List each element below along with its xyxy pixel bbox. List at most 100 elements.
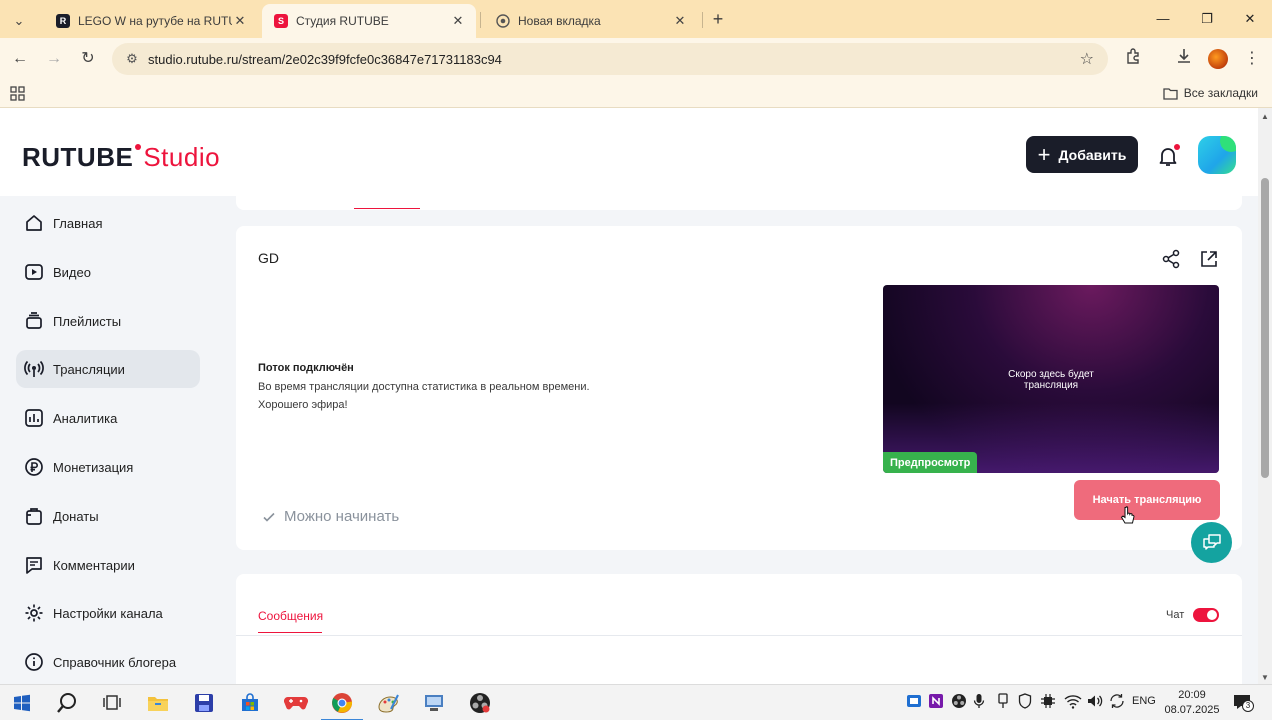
support-chat-button[interactable] xyxy=(1191,522,1232,563)
close-tab-icon[interactable]: ✕ xyxy=(450,13,466,29)
sidebar-item-label: Монетизация xyxy=(53,459,134,475)
sidebar-item-channel-settings[interactable]: Настройки канала xyxy=(16,594,200,632)
obs-icon[interactable] xyxy=(468,691,492,715)
sidebar-item-comments[interactable]: Комментарии xyxy=(16,546,200,584)
sidebar-item-playlists[interactable]: Плейлисты xyxy=(16,302,200,340)
browser-tab-new[interactable]: Новая вкладка ✕ xyxy=(484,4,698,38)
playlist-icon xyxy=(24,311,44,331)
new-tab-icon[interactable]: + xyxy=(708,8,728,30)
sidebar-item-analytics[interactable]: Аналитика xyxy=(16,399,200,437)
rutube-studio-logo[interactable]: RUTUBE Studio xyxy=(22,142,220,173)
analytics-icon xyxy=(24,408,44,428)
comment-icon xyxy=(24,555,44,575)
cpu-monitor-icon[interactable] xyxy=(1040,693,1056,712)
wifi-icon[interactable] xyxy=(1064,693,1082,712)
sidebar-item-blogger-guide[interactable]: Справочник блогера xyxy=(16,643,200,681)
onenote-icon[interactable] xyxy=(928,693,944,712)
info-icon xyxy=(24,652,44,672)
preview-message-line: Скоро здесь будет xyxy=(1008,369,1094,380)
volume-icon[interactable] xyxy=(1086,693,1104,712)
minimize-icon[interactable]: — xyxy=(1148,8,1178,30)
search-icon[interactable] xyxy=(55,691,79,715)
url-text: studio.rutube.ru/stream/2e02c39f9fcfe0c3… xyxy=(148,51,502,67)
reload-icon[interactable]: ↻ xyxy=(76,47,100,71)
close-tab-icon[interactable]: ✕ xyxy=(232,13,248,29)
chrome-icon[interactable] xyxy=(321,691,363,720)
browser-tab-lego[interactable]: R LEGO W на рутубе на RUTUBE ✕ xyxy=(44,4,258,38)
input-language[interactable]: ENG xyxy=(1132,695,1156,707)
bookmarks-bar: Все закладки xyxy=(0,80,1272,108)
scrollbar-thumb[interactable] xyxy=(1261,178,1269,478)
extensions-icon[interactable] xyxy=(1122,47,1146,71)
network-computer-icon[interactable] xyxy=(422,691,446,715)
all-bookmarks-button[interactable]: Все закладки xyxy=(1163,86,1258,100)
stream-preview[interactable]: Скоро здесь будет трансляция Предпросмот… xyxy=(883,285,1219,473)
system-clock[interactable]: 20:09 08.07.2025 xyxy=(1164,688,1220,718)
download-icon[interactable] xyxy=(1172,47,1196,71)
microphone-icon[interactable] xyxy=(973,693,985,712)
apps-grid-icon[interactable] xyxy=(10,86,25,105)
chat-toggle[interactable] xyxy=(1193,608,1219,622)
stream-tabs-card xyxy=(236,196,1242,210)
game-controller-icon[interactable] xyxy=(284,691,308,715)
browser-menu-icon[interactable]: ⋮ xyxy=(1240,47,1264,71)
restore-icon[interactable]: ❐ xyxy=(1192,8,1222,30)
all-bookmarks-label: Все закладки xyxy=(1183,86,1258,100)
open-external-icon[interactable] xyxy=(1198,248,1220,270)
profile-avatar-icon[interactable] xyxy=(1206,47,1230,71)
notification-count: 3 xyxy=(1242,700,1254,712)
security-shield-icon[interactable] xyxy=(1018,693,1032,712)
sidebar-item-broadcasts[interactable]: Трансляции xyxy=(16,350,200,388)
add-button-label: Добавить xyxy=(1058,146,1127,163)
sidebar-item-label: Справочник блогера xyxy=(53,654,177,670)
rutube-favicon-icon: R xyxy=(56,14,70,28)
forward-icon[interactable]: → xyxy=(42,47,66,71)
video-icon xyxy=(24,262,44,282)
sidebar-item-label: Трансляции xyxy=(53,361,125,377)
logo-dot xyxy=(135,144,142,150)
channel-avatar[interactable] xyxy=(1198,136,1236,174)
sidebar-item-monetization[interactable]: Монетизация xyxy=(16,448,200,486)
studio-header: RUTUBE Studio + Добавить xyxy=(0,108,1258,196)
window-close-icon[interactable]: ✕ xyxy=(1235,8,1265,30)
site-info-icon[interactable]: ⚙ xyxy=(120,51,144,67)
scroll-up-icon[interactable]: ▲ xyxy=(1261,112,1269,121)
gear-icon xyxy=(24,603,44,623)
sidebar-item-video[interactable]: Видео xyxy=(16,253,200,291)
task-view-icon[interactable] xyxy=(100,691,124,715)
store-icon[interactable] xyxy=(238,691,262,715)
bookmark-star-icon[interactable]: ☆ xyxy=(1080,49,1094,69)
add-button[interactable]: + Добавить xyxy=(1026,136,1138,173)
ready-status-text: Можно начинать xyxy=(284,508,400,525)
notifications-bell-icon[interactable] xyxy=(1156,144,1180,168)
tray-app-icon[interactable] xyxy=(906,693,922,712)
address-bar[interactable]: ⚙ studio.rutube.ru/stream/2e02c39f9fcfe0… xyxy=(112,43,1108,75)
tab-search-button[interactable]: ⌄ xyxy=(2,4,36,38)
share-icon[interactable] xyxy=(1160,248,1182,270)
usb-device-icon[interactable] xyxy=(996,693,1010,712)
back-icon[interactable]: ← xyxy=(8,47,32,71)
paint-icon[interactable] xyxy=(376,691,400,715)
tab-messages[interactable]: Сообщения xyxy=(258,609,323,623)
sidebar-item-label: Комментарии xyxy=(53,557,135,573)
save-app-icon[interactable] xyxy=(192,691,216,715)
scroll-down-icon[interactable]: ▼ xyxy=(1261,673,1269,682)
notification-dot xyxy=(1174,144,1180,150)
plus-icon: + xyxy=(1037,141,1051,167)
notifications-center-icon[interactable]: 3 xyxy=(1232,693,1254,714)
page-scrollbar[interactable]: ▲ ▼ xyxy=(1258,108,1272,684)
clock-time: 20:09 xyxy=(1178,689,1206,701)
sidebar-item-donations[interactable]: Донаты xyxy=(16,497,200,535)
close-tab-icon[interactable]: ✕ xyxy=(672,13,688,29)
file-explorer-icon[interactable] xyxy=(146,691,170,715)
sidebar-item-home[interactable]: Главная xyxy=(16,204,200,242)
sidebar-item-label: Главная xyxy=(53,215,103,231)
start-broadcast-button[interactable]: Начать трансляцию xyxy=(1074,480,1220,520)
windows-start-icon[interactable] xyxy=(10,691,34,715)
browser-tab-studio[interactable]: S Студия RUTUBE ✕ xyxy=(262,4,476,38)
tab-title: LEGO W на рутубе на RUTUBE xyxy=(78,14,232,28)
windows-taskbar: ENG 20:09 08.07.2025 3 xyxy=(0,684,1272,720)
browser-toolbar: ← → ↻ ⚙ studio.rutube.ru/stream/2e02c39f… xyxy=(0,38,1272,80)
tray-obs-icon[interactable] xyxy=(951,693,967,712)
battery-sync-icon[interactable] xyxy=(1109,693,1125,712)
